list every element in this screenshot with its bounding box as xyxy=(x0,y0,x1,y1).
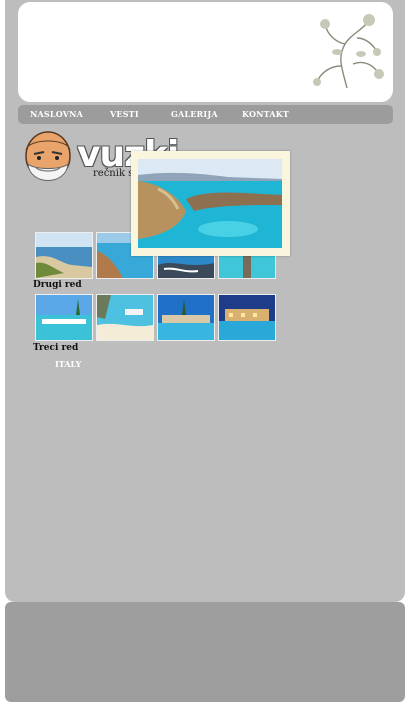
header-banner xyxy=(18,2,393,102)
gallery-thumb[interactable] xyxy=(35,294,93,341)
country-link-italy[interactable]: ITALY xyxy=(55,359,81,369)
gallery-thumb[interactable] xyxy=(218,294,276,341)
gallery-row-label: Treci red xyxy=(33,343,79,353)
image-preview-popup[interactable] xyxy=(131,151,290,256)
bearded-man-mascot-icon xyxy=(25,131,71,181)
nav-item-galerija[interactable]: GALERIJA xyxy=(171,109,218,119)
gallery-thumb[interactable] xyxy=(35,232,93,279)
nav-item-kontakt[interactable]: KONTAKT xyxy=(242,109,289,119)
floral-ornament-icon xyxy=(313,14,384,89)
main-navbar: NASLOVNA VESTI GALERIJA KONTAKT xyxy=(18,105,393,124)
nav-item-vesti[interactable]: VESTI xyxy=(110,109,139,119)
logo-subtitle: rečnik sl xyxy=(93,168,137,179)
gallery-row-label: Drugi red xyxy=(33,280,82,290)
gallery-thumb[interactable] xyxy=(157,294,215,341)
page-footer xyxy=(5,602,405,702)
nav-item-naslovna[interactable]: NASLOVNA xyxy=(30,109,83,119)
preview-image xyxy=(138,159,282,248)
gallery-thumb[interactable] xyxy=(96,294,154,341)
